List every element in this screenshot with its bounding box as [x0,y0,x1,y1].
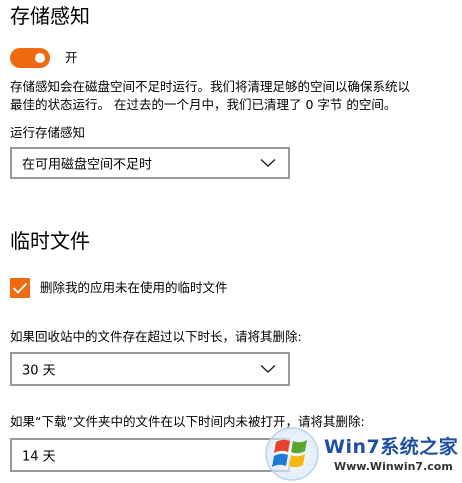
recycle-bin-dropdown[interactable]: 30 天 [10,352,290,386]
storage-sense-toggle[interactable] [10,48,50,68]
temp-files-title: 临时文件 [10,229,90,253]
run-storage-sense-dropdown[interactable]: 在可用磁盘空间不足时 [10,147,290,179]
storage-sense-description-line2: 最佳的状态运行。 在过去的一个月中，我们已清理了 0 字节 的空间。 [10,97,397,112]
delete-app-temp-checkbox[interactable] [10,278,30,298]
run-storage-sense-label: 运行存储感知 [10,125,86,140]
watermark-logo: Win7系统之家 Www.Winwin7.com [262,424,462,483]
downloads-value: 14 天 [22,449,56,465]
recycle-bin-value: 30 天 [22,363,56,379]
checkmark-icon [12,282,28,294]
storage-settings-page: 存储感知 开 存储感知会在磁盘空间不足时运行。我们将清理足够的空间以确保系统以 … [0,0,462,483]
delete-app-temp-label: 删除我的应用未在使用的临时文件 [40,280,228,295]
storage-sense-title: 存储感知 [10,4,90,28]
windows-flag-logo [265,427,319,481]
recycle-bin-label: 如果回收站中的文件存在超过以下时长，请将其删除: [10,329,302,344]
downloads-dropdown[interactable]: 14 天 [10,438,290,472]
watermark-title: Win7系统之家 [324,436,459,458]
chevron-down-icon [260,364,276,373]
toggle-knob [35,53,45,63]
watermark-url: Www.Winwin7.com [334,460,453,473]
run-storage-sense-value: 在可用磁盘空间不足时 [22,157,153,173]
storage-sense-toggle-label: 开 [65,50,78,65]
storage-sense-description-line1: 存储感知会在磁盘空间不足时运行。我们将清理足够的空间以确保系统以 [10,79,411,94]
chevron-down-icon [260,158,276,167]
